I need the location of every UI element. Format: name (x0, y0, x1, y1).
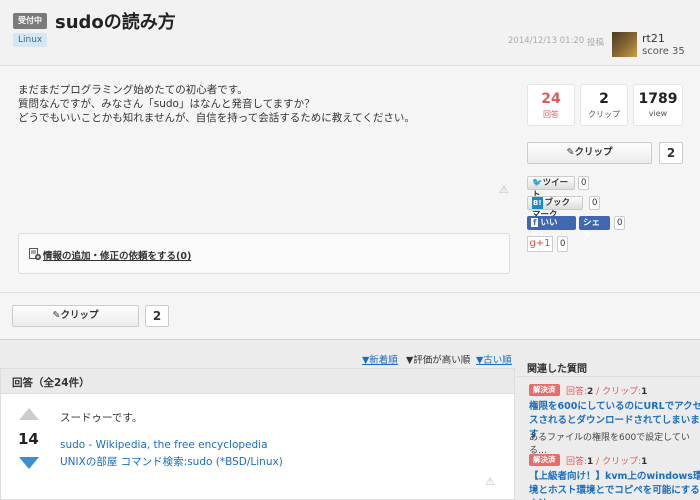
hatena-icon: B! (532, 197, 543, 209)
facebook-icon: f (531, 218, 539, 227)
clip-button-bottom[interactable]: ✎クリップ (12, 305, 139, 327)
stat-views: 1789 view (633, 84, 683, 126)
views-label: view (648, 109, 668, 118)
solved-badge: 解決済 (529, 454, 560, 466)
related-question-link[interactable]: 【上級者向け！】kvm上のwindows環境とホスト環境とでコピペを可能にする方… (529, 470, 700, 500)
user-name[interactable]: rt21 (642, 32, 665, 45)
sort-newest[interactable]: ▼新着順 (362, 352, 398, 366)
answers-title: 回答（全24件） (12, 377, 90, 389)
tweet-button[interactable]: 🐦ツイート (527, 176, 575, 200)
clip-button[interactable]: ✎クリップ (527, 142, 652, 164)
clip-count-bottom: 2 (145, 305, 169, 327)
related-clips-label: / クリップ: (593, 457, 642, 467)
answer-text: スードゥーです。 (60, 412, 143, 424)
avatar[interactable] (612, 32, 637, 57)
related-answers-label: 回答: (566, 387, 588, 397)
user-score: score 35 (642, 46, 685, 57)
related-snippet: あるファイルの権限を600で設定している… (529, 433, 690, 456)
page-title: sudoの読み方 (55, 12, 176, 33)
posted-label: 投稿 (587, 38, 605, 48)
related-answers-label: 回答: (566, 457, 588, 467)
stat-clips: 2 クリップ (580, 84, 628, 126)
related-clips-count: 1 (641, 457, 648, 467)
question-line: 質問なんですが、みなさん「sudo」はなんと発音してますか？ (18, 98, 315, 110)
divider (517, 376, 700, 377)
divider (0, 292, 700, 293)
answers-label: 回答 (543, 110, 559, 119)
facebook-like-button[interactable]: fいいね！ (527, 216, 576, 242)
facebook-count: 0 (614, 216, 626, 230)
tag-linux[interactable]: Linux (13, 33, 48, 47)
answer-link[interactable]: UNIXの部屋 コマンド検索:sudo (*BSD/Linux) (60, 454, 283, 469)
clips-label: クリップ (588, 110, 620, 119)
clip-count: 2 (659, 142, 683, 164)
related-meta: 回答:1 / クリップ:1 (566, 454, 647, 467)
vote-count: 14 (18, 430, 39, 448)
answers-count: 24 (541, 91, 561, 107)
related-clips-count: 1 (641, 387, 648, 397)
sort-oldest[interactable]: ▼古い順 (476, 352, 512, 366)
stat-answers: 24 回答 (527, 84, 575, 126)
hatena-bookmark-button[interactable]: B! ブックマーク (527, 196, 583, 220)
question-body: まだまだプログラミング始めたての初心者です。 質問なんですが、みなさん「sudo… (18, 83, 415, 125)
google-plus-count: 0 (557, 236, 569, 252)
related-meta: 回答:2 / クリップ:1 (566, 384, 647, 397)
upvote-arrow-icon[interactable] (19, 408, 39, 420)
twitter-icon: 🐦 (532, 178, 543, 188)
question-date: 2014/12/13 01:20 (508, 36, 585, 46)
clips-count: 2 (599, 91, 609, 107)
edit-request-icon (29, 248, 41, 260)
question-line: まだまだプログラミング始めたての初心者です。 (18, 84, 248, 96)
report-icon[interactable]: ⚠ (499, 183, 509, 196)
related-title: 関連した質問 (527, 364, 587, 375)
hatena-count: 0 (589, 196, 601, 210)
facebook-share-button[interactable]: シェア (579, 216, 610, 242)
sort-rating[interactable]: ▼評価が高い順 (406, 352, 470, 366)
related-clips-label: / クリップ: (593, 387, 642, 397)
answer-link[interactable]: sudo - Wikipedia, the free encyclopedia (60, 439, 268, 451)
clip-button-label: クリップ (574, 147, 613, 158)
google-plus-button[interactable]: g+1 (527, 236, 553, 252)
status-badge: 受付中 (13, 13, 47, 29)
views-count: 1789 (638, 91, 678, 107)
question-line: どうでもいいことかも知れませんが、自信を持って会話するために教えてください。 (18, 112, 415, 124)
clip-button-label: クリップ (60, 310, 99, 321)
report-icon[interactable]: ⚠ (485, 475, 495, 488)
tweet-count: 0 (578, 176, 590, 190)
solved-badge: 解決済 (529, 384, 560, 396)
downvote-arrow-icon[interactable] (19, 457, 39, 469)
edit-request-link[interactable]: 情報の追加・修正の依頼をする(0) (43, 248, 191, 262)
